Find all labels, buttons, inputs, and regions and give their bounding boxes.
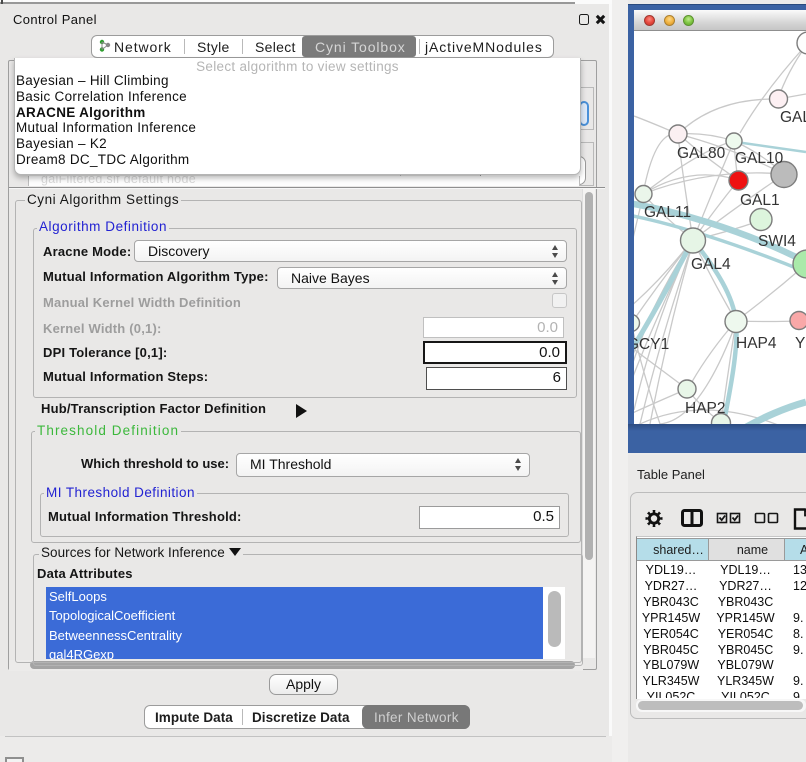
svg-text:HAP2: HAP2 — [685, 400, 726, 417]
svg-text:HAP4: HAP4 — [736, 335, 777, 352]
svg-text:GAL11: GAL11 — [644, 204, 691, 221]
svg-text:GAL10: GAL10 — [735, 150, 784, 167]
svg-text:SWI4: SWI4 — [758, 233, 796, 250]
svg-text:GAL4: GAL4 — [691, 256, 731, 273]
svg-text:Y: Y — [795, 335, 805, 352]
svg-text:GAL7: GAL7 — [780, 109, 806, 126]
svg-text:GAL80: GAL80 — [677, 145, 726, 162]
svg-text:GCY1: GCY1 — [634, 336, 669, 353]
svg-text:GAL1: GAL1 — [740, 192, 780, 209]
